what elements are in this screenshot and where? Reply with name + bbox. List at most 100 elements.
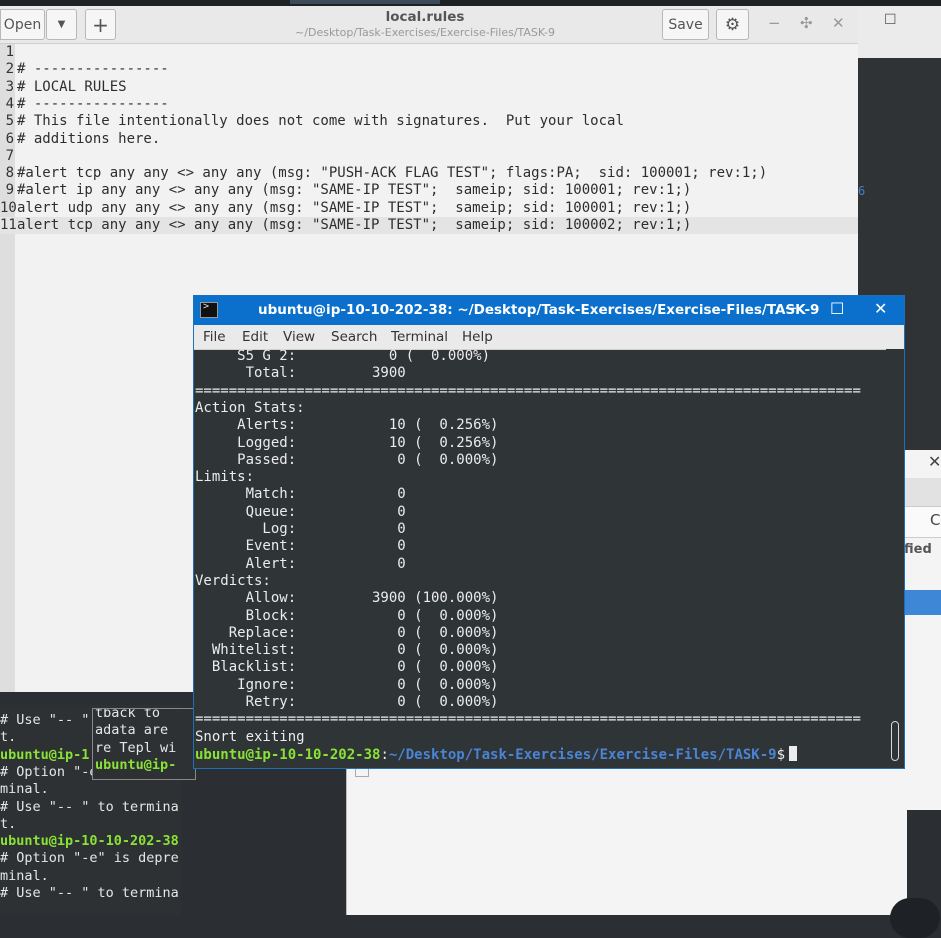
line-text: alert udp any any <> any any (msg: "SAME… [17,199,692,216]
background-terminal-line: # Option "-e" is depre [0,850,179,867]
new-tab-button[interactable]: + [85,9,116,40]
dialog-search-field[interactable]: C [904,506,941,538]
terminal-titlebar[interactable]: ubuntu@ip-10-10-202-38: ~/Desktop/Task-E… [194,296,904,325]
line-number: 3 [5,78,14,95]
open-button[interactable]: Open [0,9,45,40]
save-button[interactable]: Save [662,9,709,40]
line-number: 11 [0,217,17,233]
code-line[interactable]: 7 [0,148,858,165]
background-terminal-line: t. [0,729,17,746]
menu-edit[interactable]: Edit [242,329,268,345]
line-number: 5 [5,113,14,130]
code-line[interactable]: 3 # LOCAL RULES [0,79,858,96]
maximize-icon[interactable]: ☐ [884,12,897,28]
minimize-icon[interactable]: − [768,14,781,32]
menu-terminal[interactable]: Terminal [391,329,448,345]
chevron-down-icon: ▼ [57,19,66,30]
background-terminal-line: adata are [95,722,169,739]
terminal-scrollbar[interactable] [886,349,904,768]
terminal-line: Action Stats: [195,399,305,416]
background-terminal-line: ubuntu@ip-10-10-202-38 [0,833,179,850]
code-line[interactable]: 10 alert udp any any <> any any (msg: "SA… [0,200,858,217]
terminal-line: Total: 3900 [195,365,406,382]
background-terminal-line: # Use "-- " to termina [0,885,179,901]
text-cursor [789,745,798,761]
maximize-icon[interactable]: ☐ [830,299,844,318]
prompt-separator: : [380,746,389,763]
code-line[interactable]: 4 # ---------------- [0,96,858,113]
background-terminal-line: re Tepl wi [95,739,177,756]
code-line[interactable]: 9 #alert ip any any <> any any (msg: "SAM… [0,182,858,199]
menu-button[interactable]: ⚙ [716,9,749,40]
line-number: 6 [5,130,14,147]
dialog-toolbar [904,478,941,506]
code-line[interactable]: 6 # additions here. [0,131,858,148]
line-text: # additions here. [17,130,161,147]
background-window-titlebar: ☐ [858,6,941,58]
background-terminal-line: # Use "-- " [0,712,90,728]
background-window-light [346,765,907,915]
terminal-line: Match: 0 [195,486,406,503]
terminal-line: Blacklist: 0 ( 0.000%) [195,659,499,676]
terminal-line: Verdicts: [195,572,271,589]
background-terminal-line: minal. [0,867,49,884]
line-text: # ---------------- [17,95,169,112]
code-line[interactable]: 1 [0,44,858,61]
open-dropdown-button[interactable]: ▼ [46,9,77,40]
close-icon[interactable]: ✕ [832,14,845,32]
line-text: # This file intentionally does not come … [17,113,624,130]
code-line[interactable]: 8 #alert tcp any any <> any any (msg: "PU… [0,165,858,182]
terminal-line: Limits: [195,469,255,486]
background-terminal-line: ubuntu@ip-1 [0,746,90,763]
background-terminal-line: ubuntu@ip- [95,756,177,773]
terminal-line: S5 G 2: 0 ( 0.000%) [195,349,491,364]
line-number: 4 [5,95,14,112]
terminal-line: Snort exiting [195,728,305,745]
terminal-line: ========================================… [195,711,861,728]
dialog-column-label: fied [904,542,932,557]
close-icon[interactable]: ✕ [928,452,941,471]
menu-view[interactable]: View [283,329,315,345]
terminal-line: Alerts: 10 ( 0.256%) [195,417,499,434]
terminal-line: Block: 0 ( 0.000%) [195,607,499,624]
gear-icon: ⚙ [724,14,741,35]
terminal-window: ubuntu@ip-10-10-202-38: ~/Desktop/Task-E… [194,296,904,768]
line-text: # ---------------- [17,61,169,78]
background-terminal-line: # Use "-- " to termina [0,798,179,815]
code-line[interactable]: 11 alert tcp any any <> any any (msg: "SA… [0,217,858,235]
prompt-symbol: $ [776,746,786,763]
dialog-selected-row[interactable] [904,590,941,615]
background-terminal-line: minal. [0,781,49,798]
line-text: #alert ip any any <> any any (msg: "SAME… [17,182,692,199]
active-task-highlight [290,0,440,4]
line-number: 2 [5,61,14,78]
terminal-title: ubuntu@ip-10-10-202-38: ~/Desktop/Task-E… [258,302,820,318]
code-line[interactable]: 5 # This file intentionally does not come… [0,113,858,130]
editor-headerbar: Open ▼ + local.rules ~/Desktop/Task-Exer… [0,6,858,44]
code-line[interactable]: 2 # ---------------- [0,61,858,78]
terminal-line: Allow: 3900 (100.000%) [195,590,499,607]
terminal-line: Logged: 10 ( 0.256%) [195,434,499,451]
line-number: 10 [0,199,17,216]
line-number: 7 [5,147,14,164]
terminal-line: Ignore: 0 ( 0.000%) [195,676,499,693]
minimize-icon[interactable]: ─ [786,299,796,318]
terminal-line: Passed: 0 ( 0.000%) [195,451,499,468]
terminal-line: Queue: 0 [195,503,406,520]
move-icon[interactable]: ✣ [800,14,813,32]
background-dialog: ✕ C fied [903,450,941,810]
prompt-path: ~/Desktop/Task-Exercises/Exercise-Files/… [388,746,777,763]
terminal-line: Whitelist: 0 ( 0.000%) [195,642,499,659]
background-terminal-small: tback to adata are re Tepl wi ubuntu@ip- [92,708,196,780]
close-icon[interactable]: ✕ [874,299,887,318]
line-text: alert tcp any any <> any any (msg: "SAME… [17,217,692,233]
scrollbar-thumb[interactable] [891,721,899,761]
corner-badge [890,898,940,938]
menu-help[interactable]: Help [462,329,493,345]
menu-file[interactable]: File [203,329,226,345]
terminal-output[interactable]: S5 G 2: 0 ( 0.000%) Total: 3900 =========… [194,349,886,768]
prompt-user: ubuntu@ip-10-10-202-38 [195,746,381,763]
terminal-line: Log: 0 [195,521,406,537]
terminal-menubar: File Edit View Search Terminal Help [194,325,904,350]
menu-search[interactable]: Search [331,329,377,345]
